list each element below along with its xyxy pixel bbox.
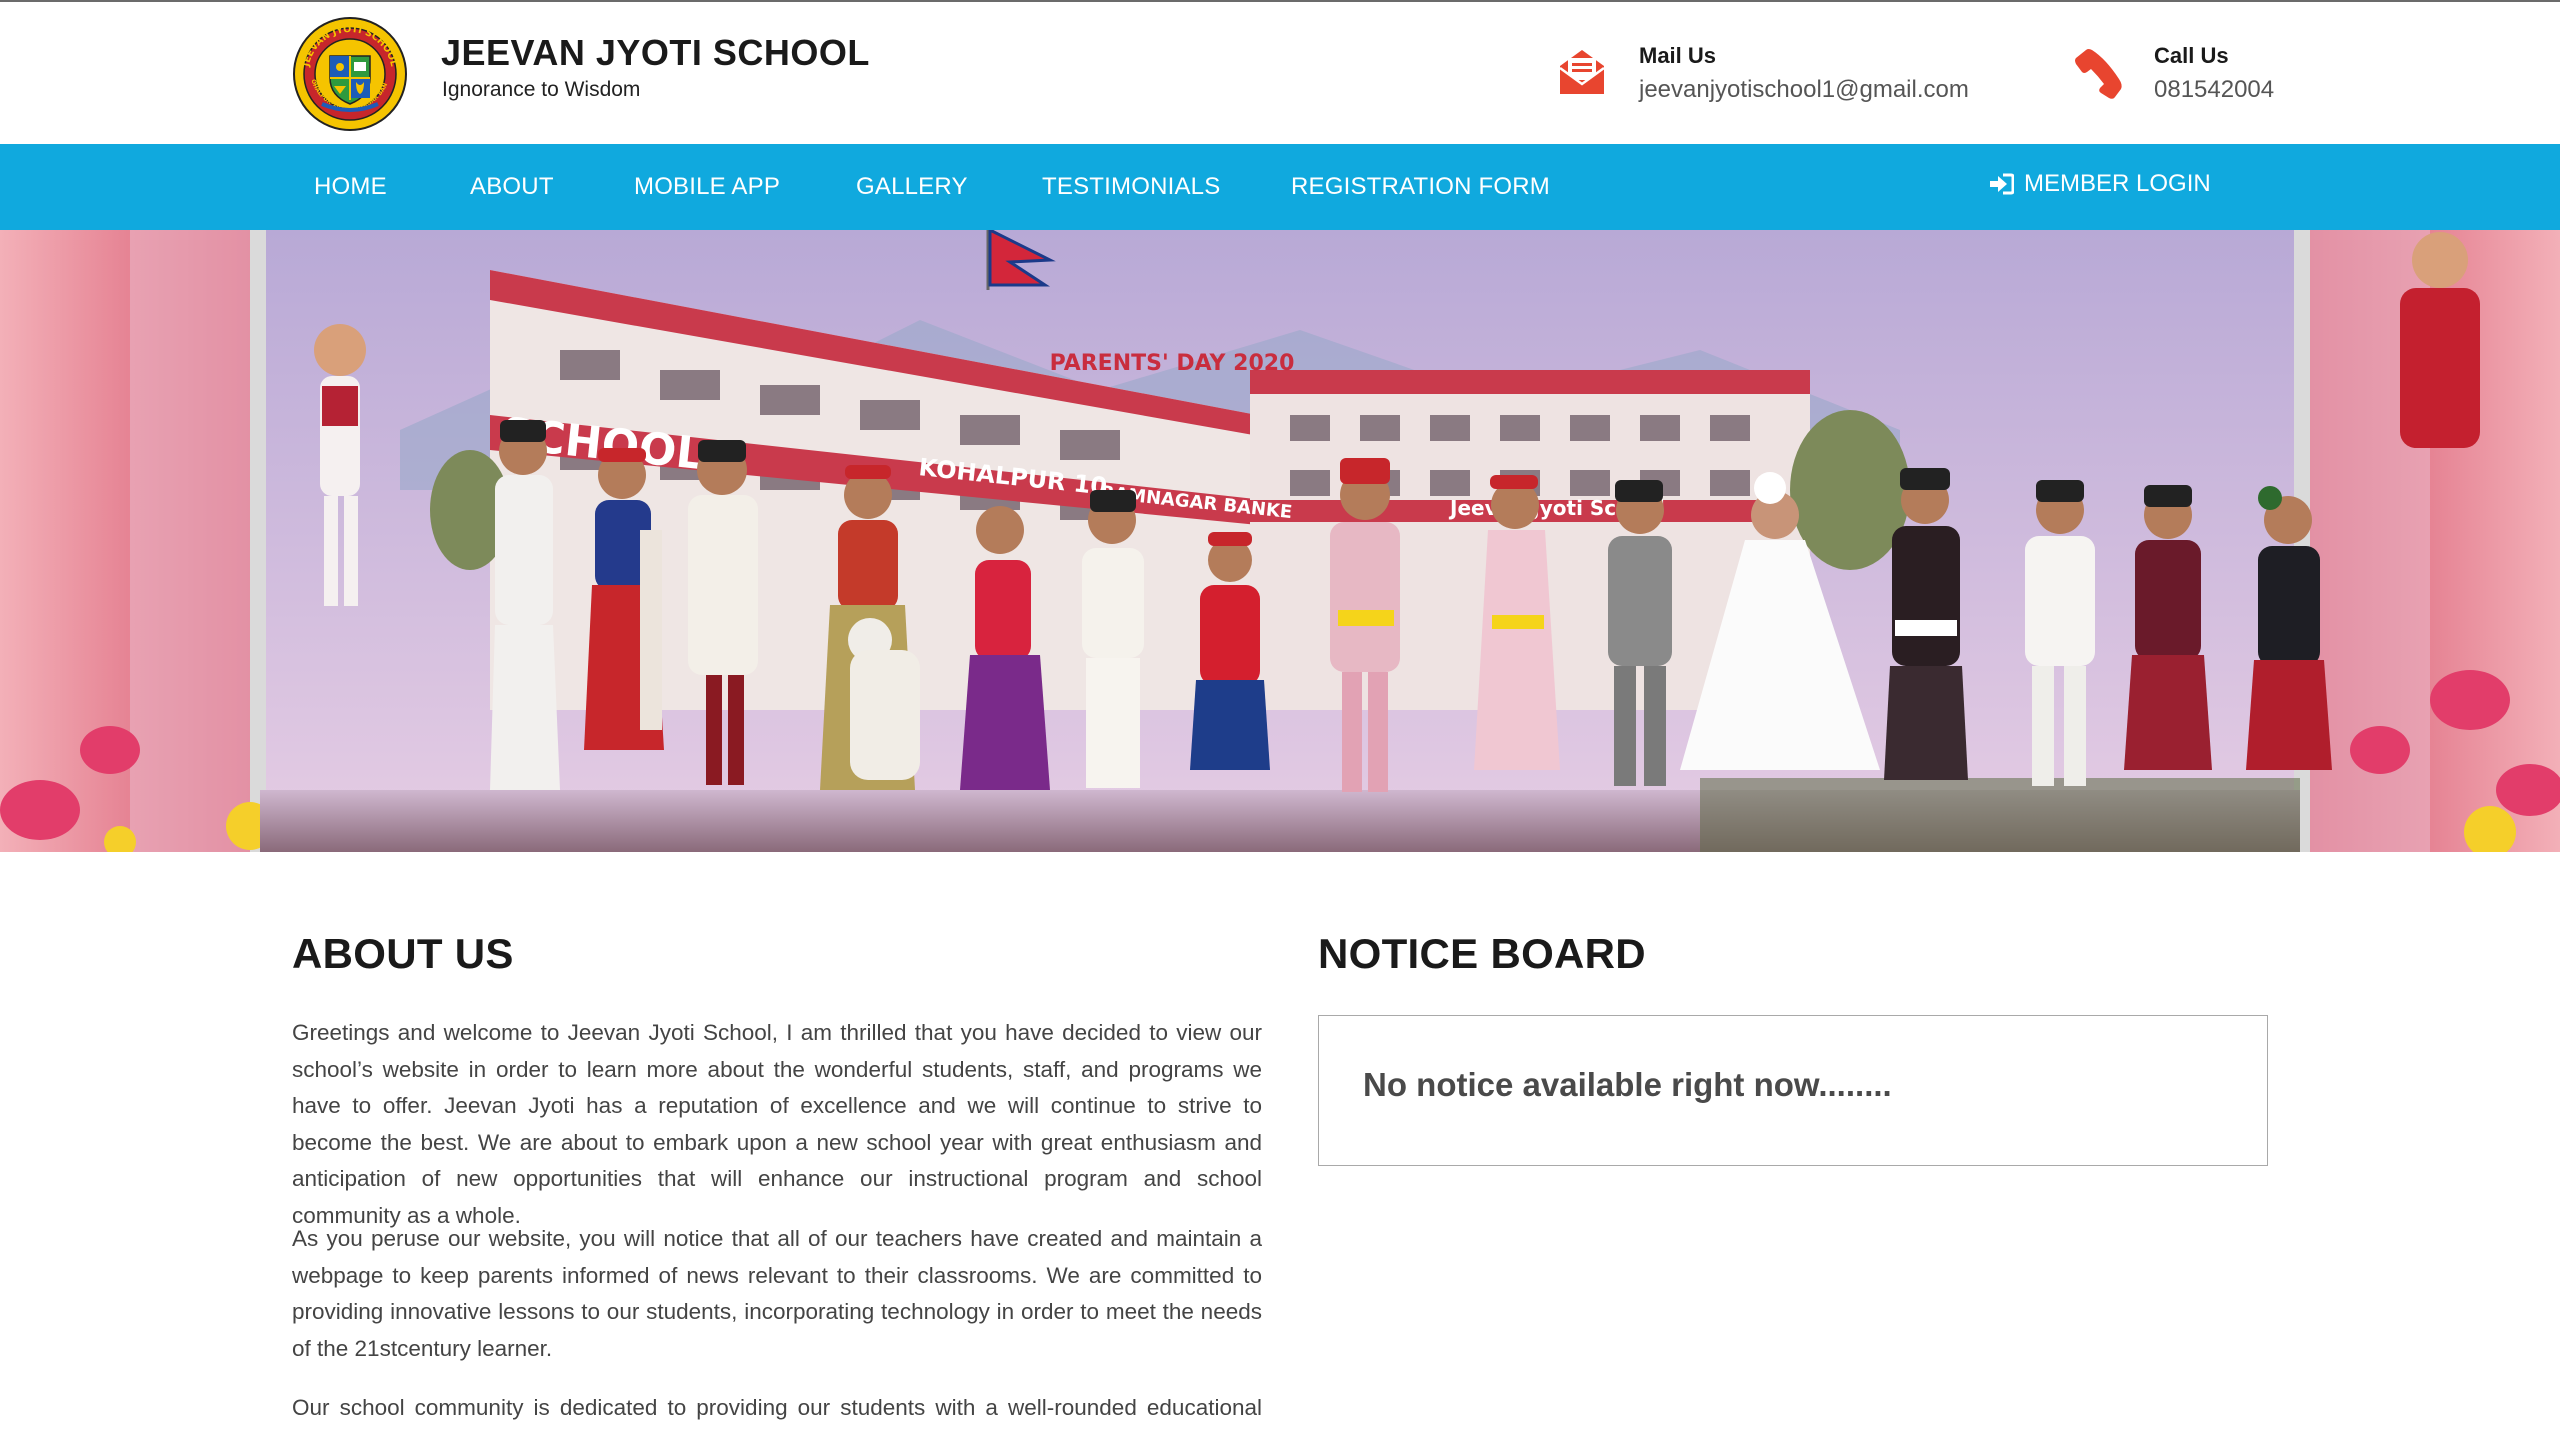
hero-banner: PARENTS' DAY 2020 SCHOOL KOHALPUR 10 RAM… (0, 230, 2560, 852)
about-paragraph-1: Greetings and welcome to Jeevan Jyoti Sc… (292, 1020, 1262, 1228)
notice-empty-message: No notice available right now........ (1363, 1066, 1892, 1103)
nav-testimonials[interactable]: TESTIMONIALS (1042, 144, 1220, 230)
member-login-link[interactable]: MEMBER LOGIN (1988, 144, 2211, 224)
about-paragraph-2: As you peruse our website, you will noti… (292, 1226, 1262, 1361)
nav-gallery[interactable]: GALLERY (856, 144, 968, 230)
school-tagline: Ignorance to Wisdom (442, 78, 641, 101)
nav-home[interactable]: HOME (314, 144, 387, 230)
hero-banner-text: PARENTS' DAY 2020 (1050, 351, 1295, 376)
main-nav: HOME ABOUT MOBILE APP GALLERY TESTIMONIA… (0, 144, 2560, 230)
school-name[interactable]: JEEVAN JYOTI SCHOOL (441, 32, 870, 74)
nav-about[interactable]: ABOUT (470, 144, 554, 230)
notice-board-box: No notice available right now........ (1318, 1015, 2268, 1166)
member-login-label: MEMBER LOGIN (2024, 170, 2211, 197)
nav-mobile-app[interactable]: MOBILE APP (634, 144, 780, 230)
about-heading: ABOUT US (292, 930, 514, 977)
school-logo[interactable]: JEEVAN JYOTI SCHOOL KOHALPUR-10, RAMNAGA… (292, 16, 408, 132)
nav-registration-form[interactable]: REGISTRATION FORM (1291, 144, 1550, 230)
hero-photo: PARENTS' DAY 2020 SCHOOL KOHALPUR 10 RAM… (0, 230, 2560, 852)
mail-address[interactable]: jeevanjyotischool1@gmail.com (1639, 76, 1969, 104)
phone-number[interactable]: 081542004 (2154, 76, 2274, 104)
call-label: Call Us (2154, 43, 2229, 68)
about-paragraph-3: Our school community is dedicated to pro… (292, 1395, 1262, 1420)
mail-label: Mail Us (1639, 43, 1717, 68)
envelope-icon (1559, 50, 1605, 94)
sign-in-icon (1990, 173, 2014, 195)
phone-icon (2075, 49, 2122, 99)
notice-heading: NOTICE BOARD (1318, 930, 1646, 977)
site-header: JEEVAN JYOTI SCHOOL KOHALPUR-10, RAMNAGA… (0, 0, 2560, 144)
